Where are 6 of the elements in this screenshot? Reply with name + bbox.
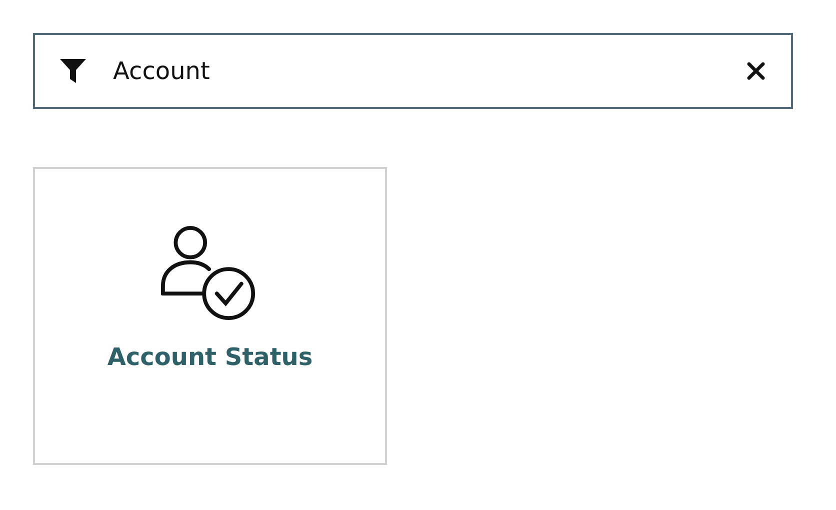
close-icon[interactable]	[747, 62, 765, 80]
filter-field[interactable]: Account	[33, 33, 793, 109]
account-tile[interactable]: Account Status	[33, 167, 387, 465]
filter-icon	[59, 58, 87, 84]
tile-title: Account Status	[107, 343, 313, 371]
filter-input[interactable]: Account	[113, 57, 747, 85]
